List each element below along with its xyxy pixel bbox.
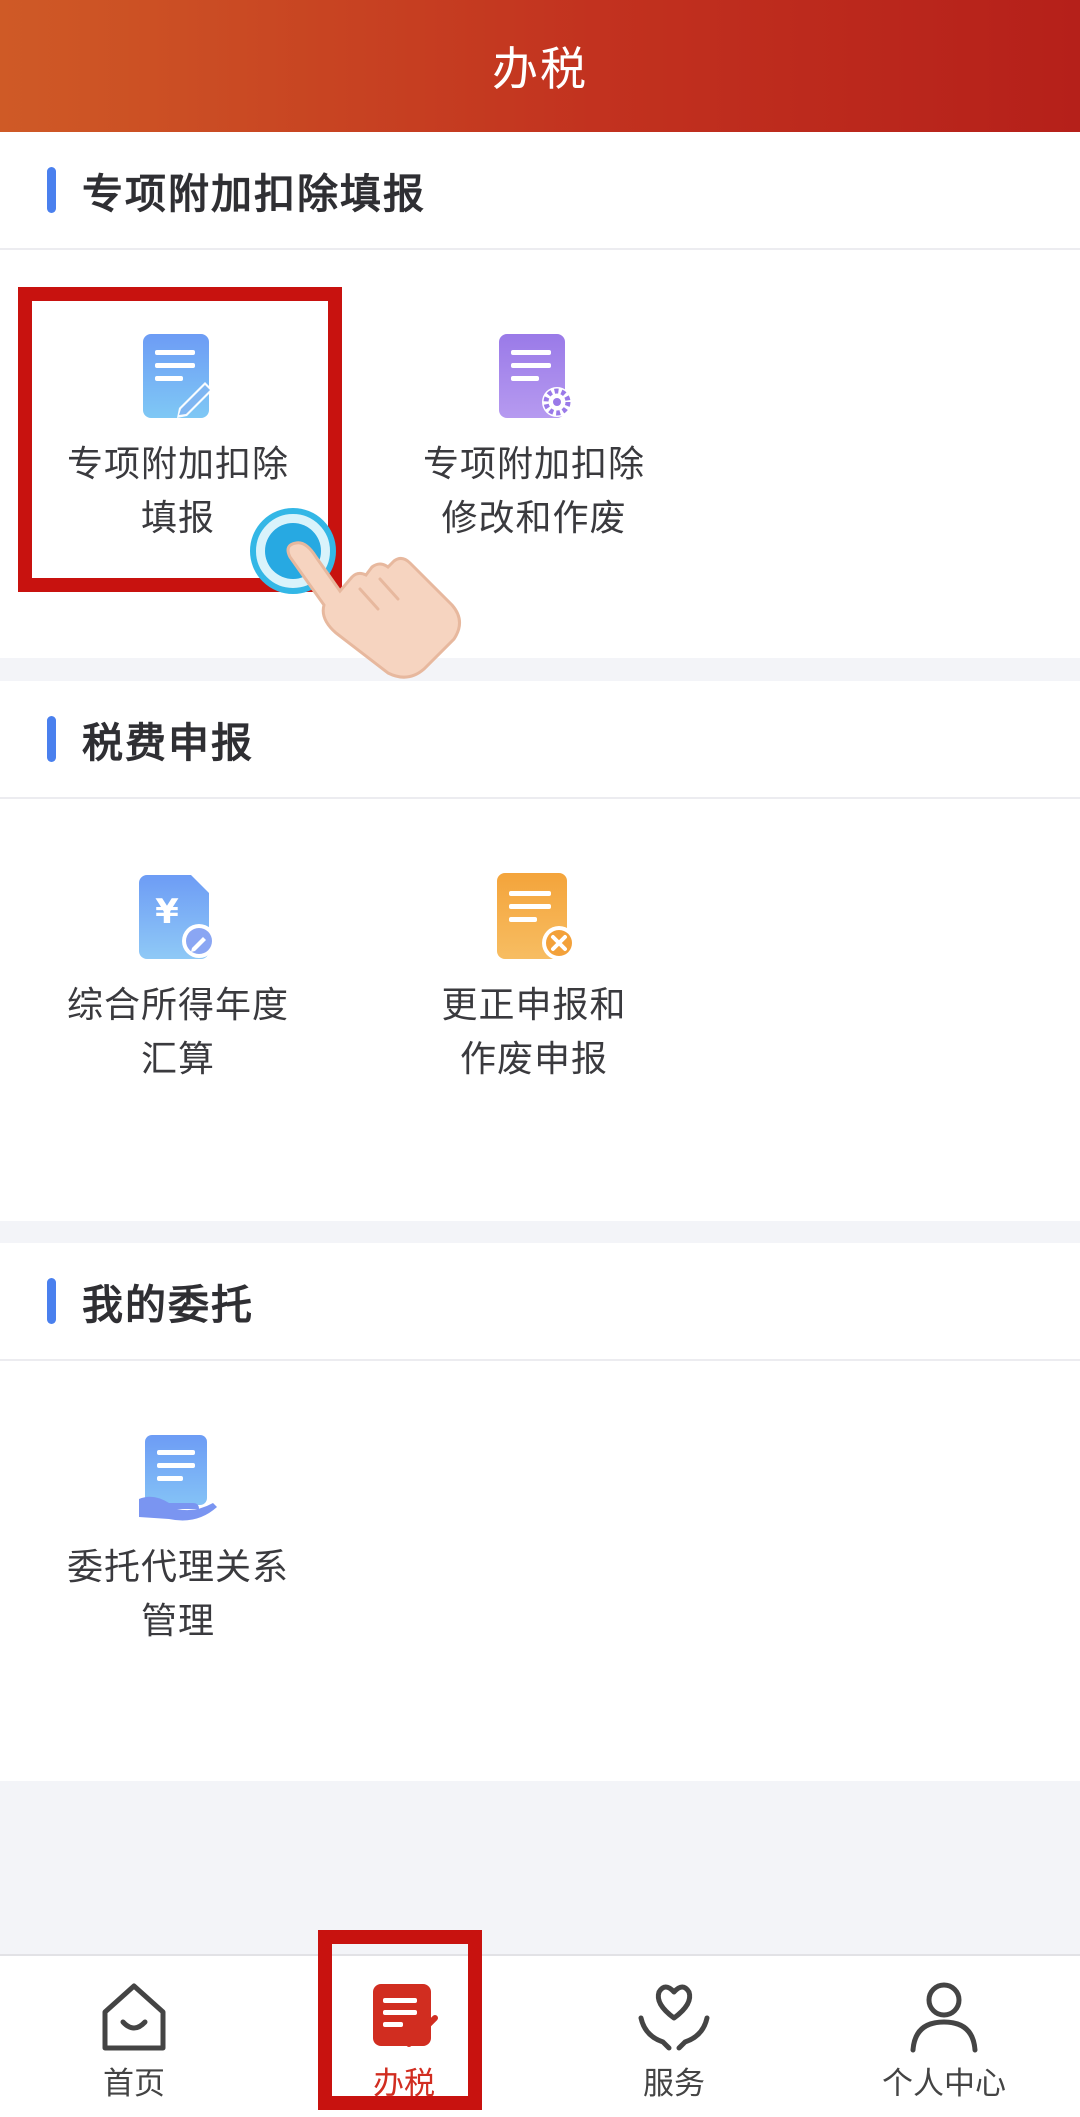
bottom-tab-bar: 首页 办税 服务 个人中心	[0, 1954, 1080, 2117]
yuan-doc-icon: ¥	[139, 875, 216, 959]
tab-profile[interactable]: 个人中心	[844, 1978, 1044, 2103]
correct-declaration-button[interactable]: 更正申报和 作废申报	[384, 871, 684, 1087]
section-accent-bar	[47, 167, 56, 213]
annual-settlement-button[interactable]: ¥ 综合所得年度 汇算	[28, 871, 328, 1087]
item-label: 综合所得年度 汇算	[66, 985, 289, 1080]
tab-label: 个人中心	[882, 2066, 1006, 2102]
section-accent-bar	[47, 716, 56, 762]
highlight-box	[318, 1930, 482, 2110]
section-title: 税费申报	[82, 719, 254, 767]
doc-hand-icon	[139, 1435, 217, 1521]
svg-text:¥: ¥	[155, 892, 179, 932]
heart-hands-icon	[638, 1984, 710, 2051]
top-bar: 办税	[0, 0, 1080, 132]
home-icon	[102, 1983, 166, 2051]
person-icon	[910, 1982, 978, 2053]
tab-service[interactable]: 服务	[574, 1978, 774, 2103]
section-title: 我的委托	[82, 1281, 254, 1329]
section-tax-declaration: 税费申报 ¥ 综合所得年度 汇算 更正申报和 作废申报	[0, 681, 1080, 1221]
delegation-management-button[interactable]: 委托代理关系 管理	[28, 1433, 328, 1649]
pointing-hand-icon	[250, 508, 461, 679]
doc-cancel-icon	[497, 873, 576, 960]
section-my-delegation: 我的委托 委托代理关系 管理	[0, 1243, 1080, 1781]
tab-label: 服务	[643, 2066, 705, 2102]
section-header: 税费申报	[0, 681, 1080, 799]
page-title: 办税	[492, 42, 588, 96]
tab-home[interactable]: 首页	[34, 1978, 234, 2103]
section-header: 我的委托	[0, 1243, 1080, 1361]
section-accent-bar	[47, 1278, 56, 1324]
item-label: 委托代理关系 管理	[66, 1547, 289, 1642]
item-label: 更正申报和 作废申报	[441, 985, 627, 1080]
section-header: 专项附加扣除填报	[0, 132, 1080, 250]
tab-label: 首页	[103, 2066, 165, 2102]
doc-settings-icon	[499, 334, 572, 418]
section-title: 专项附加扣除填报	[82, 170, 426, 218]
